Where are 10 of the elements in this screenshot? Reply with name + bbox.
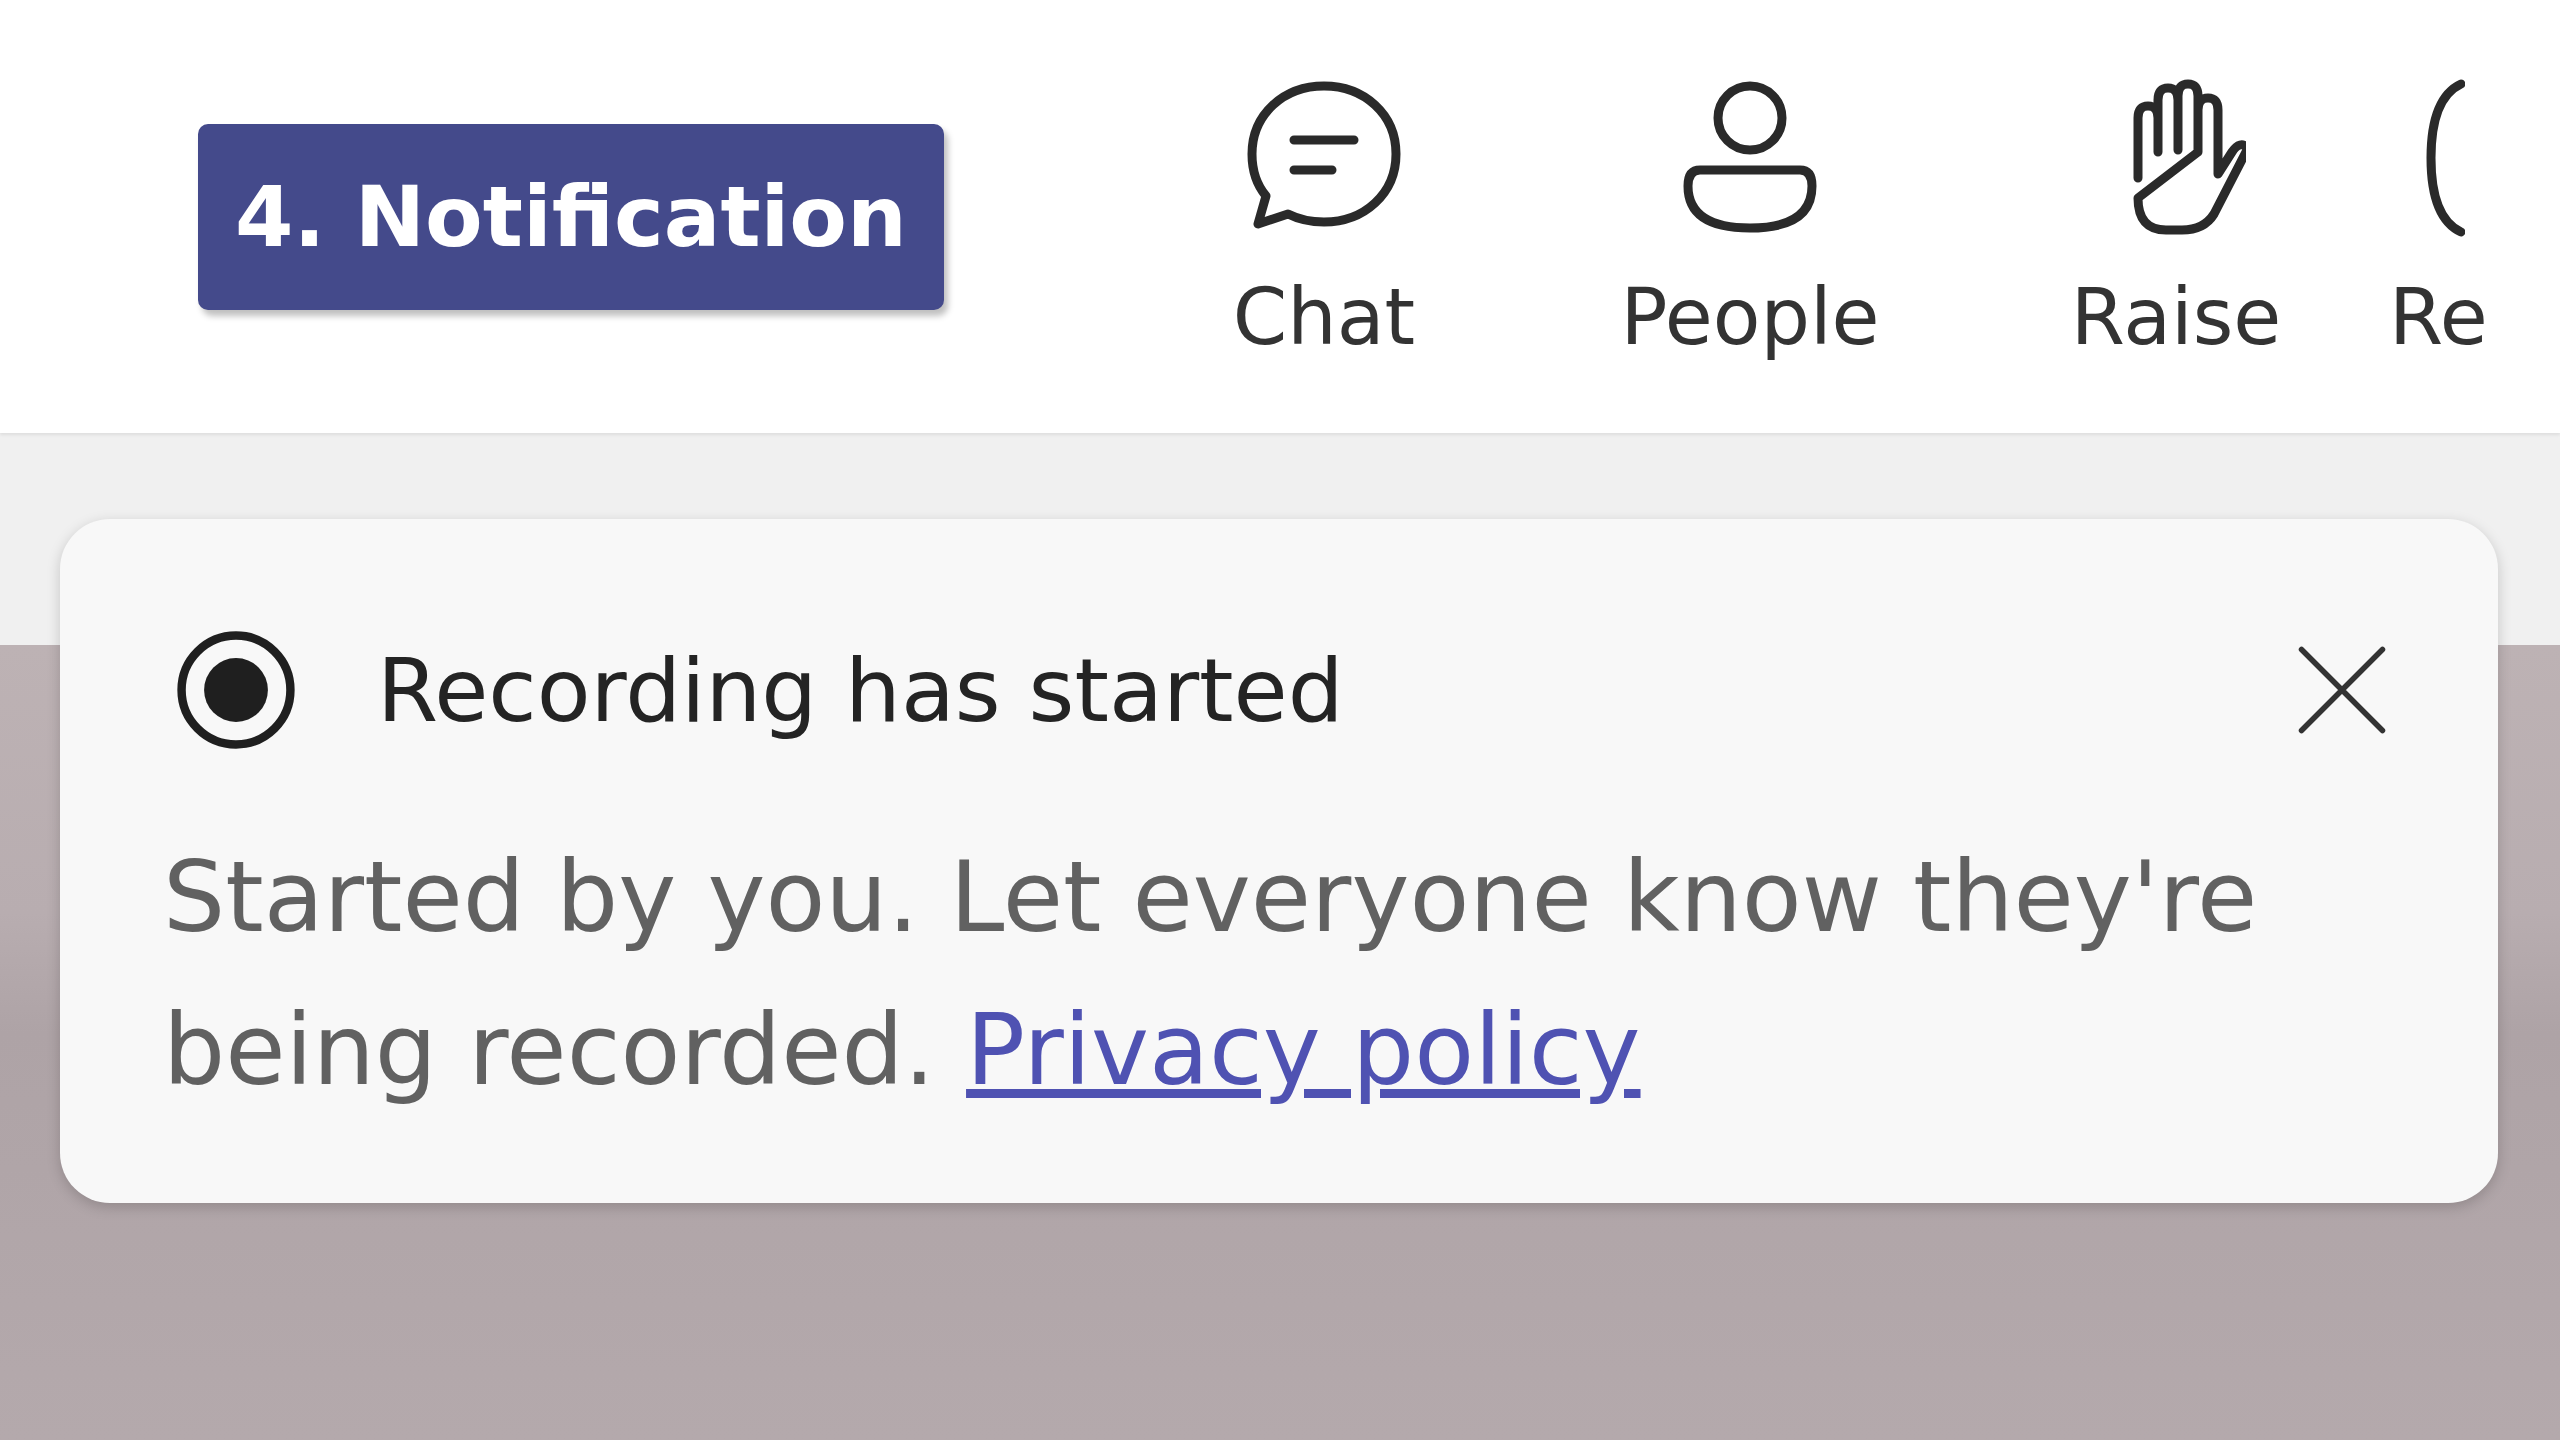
close-icon [2296,644,2388,736]
close-button[interactable] [2296,644,2388,736]
toolbar-button[interactable]: Chat [1111,77,1537,356]
record-icon [175,629,297,751]
toolbar-button[interactable]: Re [2389,77,2488,356]
step-label: 4. Notification [198,123,944,310]
notification-message: Started by you. Let everyone know they're being recorded. Privacy policy [163,839,2259,1109]
notification-title: Recording has started [377,638,1345,742]
toolbar-button[interactable]: Raise [1963,77,2389,356]
privacy-policy-link[interactable]: Privacy policy [966,993,1641,1107]
